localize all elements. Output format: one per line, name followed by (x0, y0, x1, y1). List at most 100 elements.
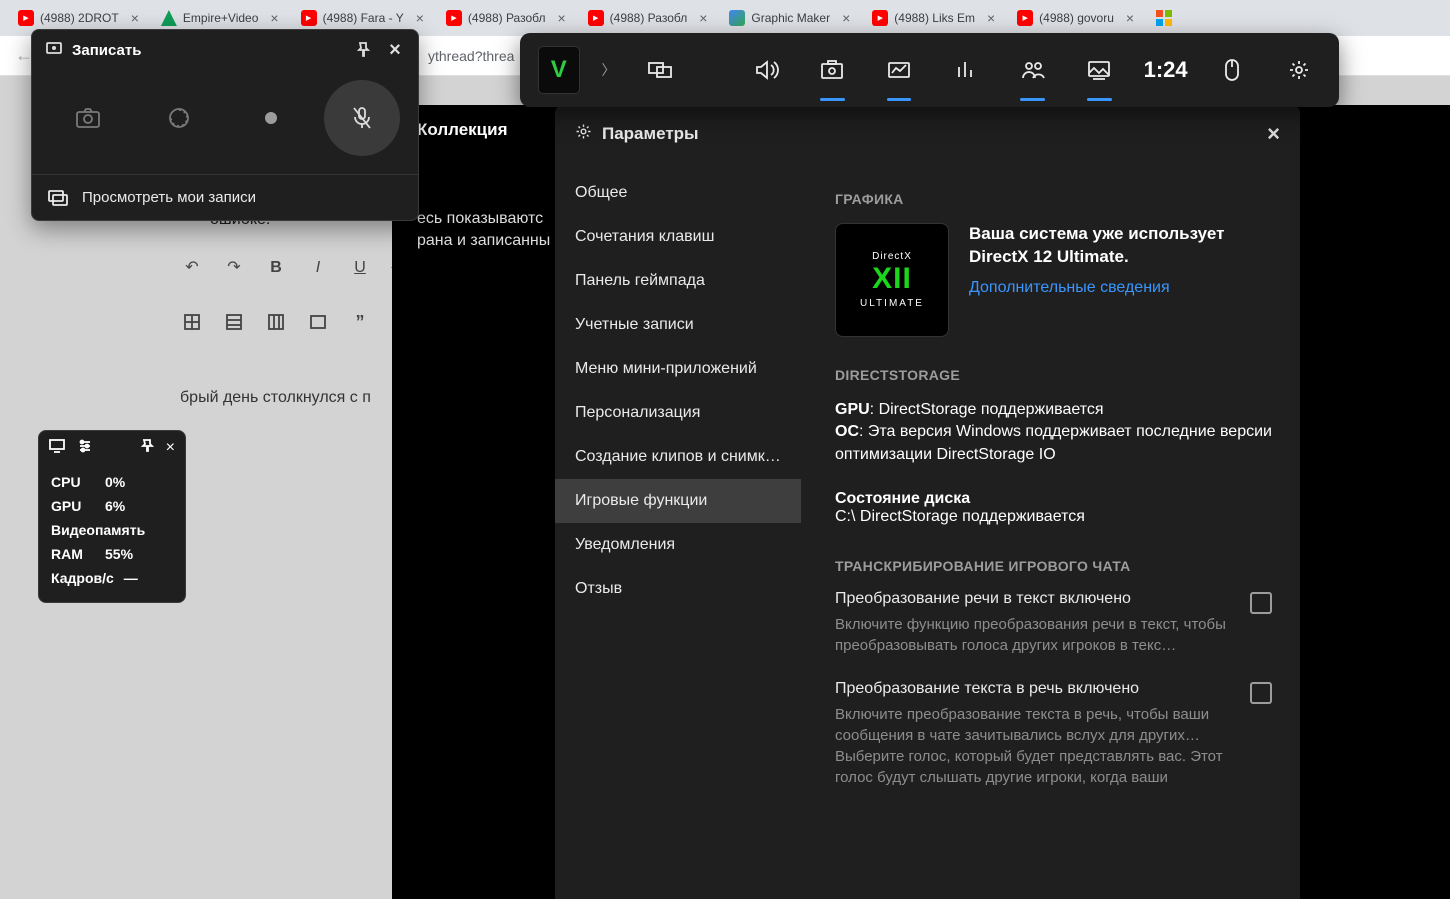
text-to-speech-checkbox[interactable] (1250, 682, 1272, 704)
widgets-icon[interactable] (638, 49, 683, 91)
quote-button[interactable]: ” (342, 304, 378, 340)
nav-shortcuts[interactable]: Сочетания клавиш (555, 215, 801, 259)
table-button[interactable] (174, 304, 210, 340)
perf-row-gpu: GPU6% (51, 494, 173, 518)
italic-button[interactable]: I (300, 250, 336, 286)
speech-to-text-title: Преобразование речи в текст включено (835, 590, 1232, 608)
close-icon[interactable]: × (699, 10, 707, 26)
sliders-icon[interactable] (77, 439, 93, 458)
capture-title: Записать (72, 42, 141, 59)
capture-icon (46, 40, 62, 60)
start-recording-button[interactable] (233, 80, 309, 156)
browser-tab[interactable]: ▶(4988) Разобл× (436, 4, 576, 32)
monitor-icon[interactable] (49, 439, 65, 458)
nav-personalization[interactable]: Персонализация (555, 391, 801, 435)
pin-icon[interactable] (140, 439, 154, 458)
text-to-speech-desc: Включите преобразование текста в речь, ч… (835, 704, 1232, 788)
format-button[interactable] (300, 304, 336, 340)
youtube-icon: ▶ (18, 10, 34, 26)
undo-button[interactable]: ↶ (174, 250, 210, 286)
capture-icon[interactable] (810, 49, 855, 91)
close-icon[interactable]: × (416, 10, 424, 26)
table-button[interactable] (216, 304, 252, 340)
nav-capturing[interactable]: Создание клипов и снимк… (555, 435, 801, 479)
mic-toggle-button[interactable] (324, 80, 400, 156)
youtube-icon: ▶ (588, 10, 604, 26)
learn-more-link[interactable]: Дополнительные сведения (969, 279, 1170, 296)
close-icon[interactable]: × (557, 10, 565, 26)
graphics-status-text: Ваша система уже использует DirectX 12 U… (969, 223, 1272, 269)
close-icon[interactable]: × (1126, 10, 1134, 26)
microsoft-icon (1156, 10, 1172, 26)
nav-feedback[interactable]: Отзыв (555, 567, 801, 611)
speech-to-text-desc: Включите функцию преобразования речи в т… (835, 614, 1232, 656)
nav-gamepad[interactable]: Панель геймпада (555, 259, 801, 303)
close-icon[interactable]: × (842, 10, 850, 26)
xbox-social-icon[interactable] (1010, 49, 1055, 91)
screenshot-button[interactable] (50, 80, 126, 156)
text-to-speech-title: Преобразование текста в речь включено (835, 680, 1232, 698)
browser-tab[interactable]: ▶(4988) Liks Em× (862, 4, 1005, 32)
close-icon[interactable]: × (131, 10, 139, 26)
xbox-gamebar: 〉 1:24 (520, 33, 1339, 107)
directx-badge: DirectX XII ULTIMATE (835, 223, 949, 337)
pin-icon[interactable] (354, 41, 372, 59)
browser-tab[interactable]: Empire+Video× (151, 4, 289, 32)
capture-widget: Записать × Просмотреть мои записи (31, 29, 419, 221)
settings-icon[interactable] (1276, 49, 1321, 91)
perf-row-fps: Кадров/с— (51, 566, 173, 590)
performance-icon[interactable] (877, 49, 922, 91)
audio-icon[interactable] (743, 49, 788, 91)
drive-icon (161, 10, 177, 26)
perf-row-ram: RAM55% (51, 542, 173, 566)
close-icon[interactable]: × (987, 10, 995, 26)
browser-tab[interactable]: ▶(4988) govoru× (1007, 4, 1144, 32)
browser-tab[interactable]: ▶(4988) Разобл× (578, 4, 718, 32)
browser-tab[interactable] (1146, 4, 1182, 32)
gear-icon (575, 123, 592, 145)
browser-tab[interactable]: Graphic Maker× (719, 4, 860, 32)
youtube-icon: ▶ (446, 10, 462, 26)
close-icon[interactable]: × (1267, 121, 1280, 147)
speech-to-text-checkbox[interactable] (1250, 592, 1272, 614)
stats-icon[interactable] (943, 49, 988, 91)
underline-button[interactable]: U (342, 250, 378, 286)
ds-gpu-line: GPU: DirectStorage поддерживается (835, 399, 1272, 421)
youtube-icon: ▶ (872, 10, 888, 26)
browser-tab[interactable]: ▶(4988) 2DROT× (8, 4, 149, 32)
nav-accounts[interactable]: Учетные записи (555, 303, 801, 347)
settings-nav: Общее Сочетания клавиш Панель геймпада У… (555, 163, 801, 899)
gallery-icon[interactable] (1077, 49, 1122, 91)
close-icon[interactable]: × (270, 10, 278, 26)
performance-widget: × CPU0% GPU6% Видеопамять RAM55% Кадров/… (38, 430, 186, 603)
browser-tab[interactable]: ▶(4988) Fara - Y× (291, 4, 434, 32)
redo-button[interactable]: ↷ (216, 250, 252, 286)
collection-desc: есь показываютс рана и записанны (417, 208, 557, 251)
bold-button[interactable]: B (258, 250, 294, 286)
collection-widget: Коллекция есь показываютс рана и записан… (417, 120, 557, 251)
nav-widget-menu[interactable]: Меню мини-приложений (555, 347, 801, 391)
settings-title: Параметры (602, 124, 699, 144)
section-header-directstorage: DIRECTSTORAGE (835, 367, 1272, 383)
close-icon[interactable]: × (386, 41, 404, 59)
nav-gaming-features[interactable]: Игровые функции (555, 479, 801, 523)
settings-content: ГРАФИКА DirectX XII ULTIMATE Ваша систем… (801, 163, 1300, 899)
settings-panel: Параметры × Общее Сочетания клавиш Панел… (555, 105, 1300, 899)
close-icon[interactable]: × (166, 439, 175, 458)
collection-title: Коллекция (417, 120, 557, 140)
table-button[interactable] (258, 304, 294, 340)
url-fragment: ythread?threa (428, 48, 514, 64)
app-icon (729, 10, 745, 26)
view-recordings-button[interactable]: Просмотреть мои записи (32, 174, 418, 220)
ds-disk-title: Состояние диска (835, 490, 1272, 508)
nav-general[interactable]: Общее (555, 171, 801, 215)
nav-notifications[interactable]: Уведомления (555, 523, 801, 567)
youtube-icon: ▶ (1017, 10, 1033, 26)
mouse-icon[interactable] (1210, 49, 1255, 91)
section-header-graphics: ГРАФИКА (835, 191, 1272, 207)
game-logo[interactable] (538, 46, 580, 94)
chevron-right-icon[interactable]: 〉 (602, 60, 616, 80)
section-header-chat-transcription: ТРАНСКРИБИРОВАНИЕ ИГРОВОГО ЧАТА (835, 558, 1272, 574)
clock: 1:24 (1144, 57, 1188, 83)
record-last-button[interactable] (141, 80, 217, 156)
